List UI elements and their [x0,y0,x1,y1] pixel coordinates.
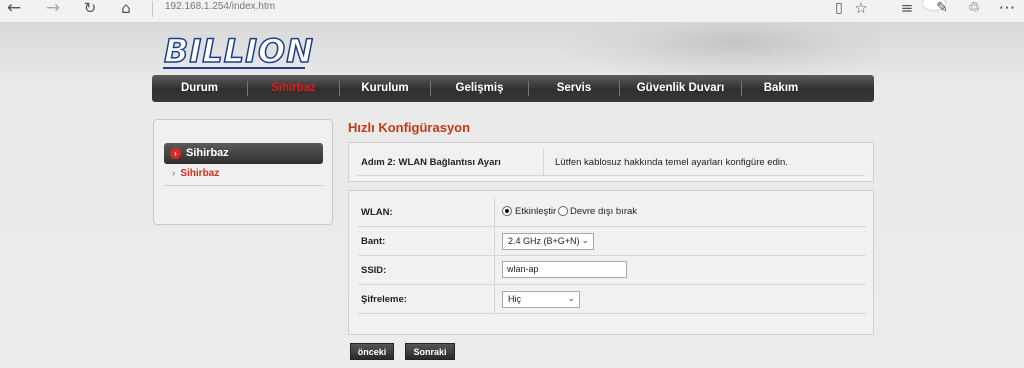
column-divider [494,256,495,285]
sidebar-heading[interactable]: › Sihirbaz [164,143,323,164]
ssid-input[interactable]: wlan-ap [502,261,627,278]
wlan-disable-label[interactable]: Devre dışı bırak [570,206,637,217]
wlan-enable-label[interactable]: Etkinleştir [515,206,556,217]
next-button[interactable]: Sonraki [405,343,455,360]
nav-item-kurulum[interactable]: Kurulum [340,75,430,102]
form-row-encryption: Şifreleme: Hiç ⌄ [358,285,866,314]
sidebar-heading-label: Sihirbaz [186,147,229,159]
step-row: Adım 2: WLAN Bağlantısı Ayarı Lütfen kab… [357,149,865,176]
sidebar: › Sihirbaz › Sihirbaz [153,119,333,225]
refresh-icon[interactable]: ↻ [80,0,100,18]
band-label: Bant: [361,236,386,247]
chevron-right-icon: › [170,148,181,159]
page-title: Hızlı Konfigürasyon [348,120,471,135]
form-row-wlan: WLAN: Etkinleştir Devre dışı bırak [358,198,866,227]
web-note-icon[interactable]: ✎ [932,0,952,18]
column-divider [543,149,544,176]
nav-item-bakim[interactable]: Bakım [742,75,820,102]
step-label: Adım 2: WLAN Bağlantısı Ayarı [361,157,501,168]
step-description: Lütfen kablosuz hakkında temel ayarları … [555,157,788,168]
band-select-value: 2.4 GHz (B+G+N) [508,236,580,246]
encryption-label: Şifreleme: [361,294,407,305]
column-divider [494,198,495,227]
sidebar-item-sihirbaz[interactable]: › Sihirbaz [172,168,219,179]
reading-view-icon[interactable]: ▯ [829,0,849,18]
encryption-select[interactable]: Hiç ⌄ [502,291,580,308]
ssid-label: SSID: [361,265,387,276]
url-separator [152,1,153,17]
wlan-enable-radio[interactable] [502,206,512,216]
main-nav: Durum Sihirbaz Kurulum Gelişmiş Servis G… [152,75,874,102]
form-row-ssid: SSID: wlan-ap [358,256,866,285]
back-icon[interactable]: ← [4,0,24,18]
header-background-cloud [560,23,880,78]
nav-item-servis[interactable]: Servis [529,75,619,102]
billion-logo[interactable]: BILLION [163,33,314,69]
column-divider [494,227,495,256]
favorite-star-icon[interactable]: ☆ [851,0,871,18]
share-icon[interactable]: ♲ [964,0,984,18]
column-divider [494,285,495,314]
band-select[interactable]: 2.4 GHz (B+G+N) ⌄ [502,233,594,250]
logo-underline [163,67,305,69]
wlan-disable-radio[interactable] [558,206,568,216]
nav-item-guvenlik-duvari[interactable]: Güvenlik Duvarı [620,75,741,102]
chevron-down-icon: ⌄ [581,236,589,246]
more-icon[interactable]: ⋯ [997,0,1017,18]
browser-toolbar: ← → ↻ ⌂ 192.168.1.254/index.htm ▯ ☆ ≡ ✎ … [0,0,1024,23]
form-row-band: Bant: 2.4 GHz (B+G+N) ⌄ [358,227,866,256]
hub-icon[interactable]: ≡ [897,0,917,18]
forward-icon[interactable]: → [43,0,63,18]
home-icon[interactable]: ⌂ [116,0,136,18]
chevron-down-icon: ⌄ [567,294,575,304]
wlan-form: WLAN: Etkinleştir Devre dışı bırak Bant:… [348,190,874,335]
back-button[interactable]: önceki [350,343,394,360]
nav-item-durum[interactable]: Durum [152,75,247,102]
sidebar-divider [164,185,323,186]
address-bar[interactable]: 192.168.1.254/index.htm [165,1,275,12]
nav-item-sihirbaz[interactable]: Sihirbaz [248,75,339,102]
step-info-panel: Adım 2: WLAN Bağlantısı Ayarı Lütfen kab… [348,142,874,182]
nav-item-gelismis[interactable]: Gelişmiş [431,75,528,102]
router-page: BILLION Durum Sihirbaz Kurulum Gelişmiş … [0,23,1024,368]
wlan-label: WLAN: [361,207,393,218]
encryption-select-value: Hiç [508,294,521,304]
chevron-right-icon: › [172,168,176,179]
sidebar-item-label: Sihirbaz [180,168,220,179]
